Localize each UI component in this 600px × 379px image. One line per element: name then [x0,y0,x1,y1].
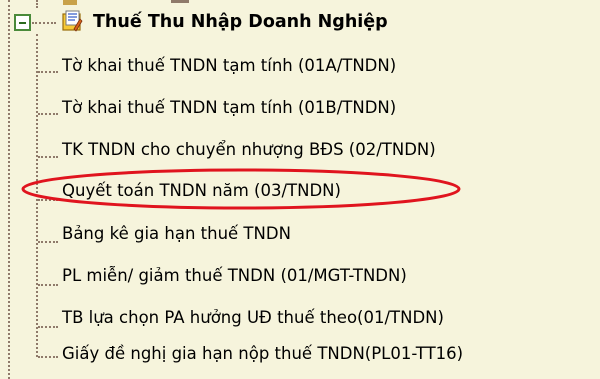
tree-item-label[interactable]: Tờ khai thuế TNDN tạm tính (01B/TNDN) [62,98,396,118]
tree-item-label[interactable]: TB lựa chọn PA hưởng UĐ thuế theo(01/TND… [62,308,444,328]
tree-connector [38,284,58,286]
tree-connector [38,241,58,243]
tree-item-label[interactable]: Tờ khai thuế TNDN tạm tính (01A/TNDN) [62,56,396,76]
tree-connector [38,199,58,201]
tree-expander-button[interactable] [14,14,31,31]
tree-item-label[interactable]: TK TNDN cho chuyển nhượng BĐS (02/TNDN) [62,140,436,160]
tree-guide-line-outer [8,0,10,379]
tree-item-label[interactable]: Quyết toán TNDN năm (03/TNDN) [62,181,341,201]
tree-view: Thuế Thu Nhập Doanh Nghiệp Tờ khai thuế … [0,0,600,379]
tree-connector [38,156,58,158]
tree-guide-line-children [36,34,38,357]
tree-connector [38,113,58,115]
tax-folder-icon [62,10,83,32]
tree-connector [38,326,58,328]
tree-item-label[interactable]: Bảng kê gia hạn thuế TNDN [62,224,291,244]
tree-item-label[interactable]: PL miễn/ giảm thuế TNDN (01/MGT-TNDN) [62,266,407,286]
tree-root-label[interactable]: Thuế Thu Nhập Doanh Nghiệp [93,12,388,32]
tree-item-label[interactable]: Giấy đề nghị gia hạn nộp thuế TNDN(PL01-… [62,344,463,364]
tree-connector [38,356,58,358]
clipped-item-above [63,0,189,5]
tree-connector-root [32,22,56,24]
tree-connector [38,71,58,73]
tree-guide-line-inner [36,0,38,8]
